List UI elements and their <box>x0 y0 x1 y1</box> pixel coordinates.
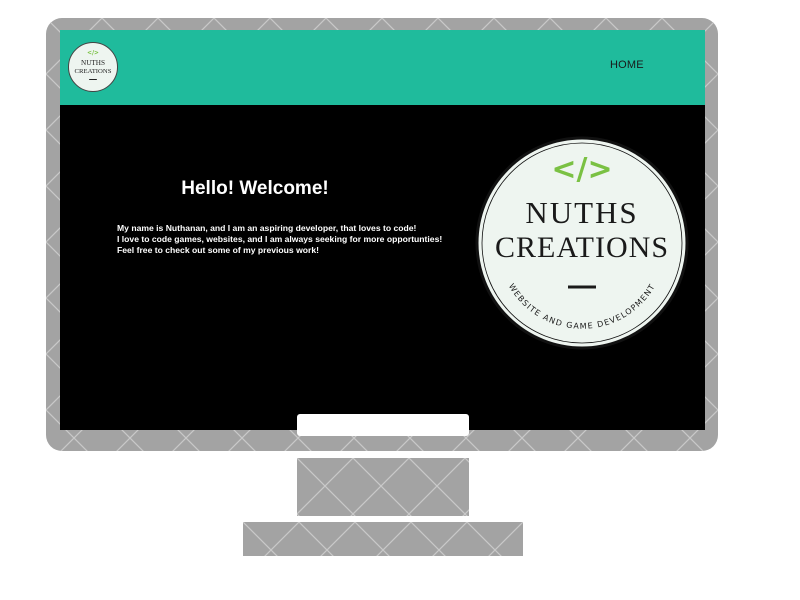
hero-text: My name is Nuthanan, and I am an aspirin… <box>117 223 487 256</box>
monitor-frame: </> NUTHS CREATIONS HOME Hello! Welcome!… <box>46 18 718 451</box>
hero-line: My name is Nuthanan, and I am an aspirin… <box>117 223 417 233</box>
nav-logo-line2: CREATIONS <box>75 68 112 75</box>
monitor-neck <box>297 458 469 516</box>
monitor-chin-bar <box>297 414 469 436</box>
logo-line1: NUTHS <box>525 195 638 230</box>
navbar: </> NUTHS CREATIONS HOME <box>60 30 705 105</box>
screen: </> NUTHS CREATIONS HOME Hello! Welcome!… <box>60 30 705 430</box>
nav-logo-line1: NUTHS <box>81 59 105 67</box>
code-icon: </> <box>87 51 99 57</box>
nav-logo[interactable]: </> NUTHS CREATIONS <box>68 42 118 92</box>
code-icon: </> <box>551 152 612 187</box>
hero-line: I love to code games, websites, and I am… <box>117 234 443 244</box>
nav-home-link[interactable]: HOME <box>610 59 644 71</box>
logo-line2: CREATIONS <box>495 231 669 264</box>
hero-title: Hello! Welcome! <box>181 178 329 199</box>
monitor-base <box>243 522 523 556</box>
main-logo: </> NUTHS CREATIONS WEBSITE AND GAME DEV… <box>474 135 690 351</box>
hero-line: Feel free to check out some of my previo… <box>117 245 320 255</box>
